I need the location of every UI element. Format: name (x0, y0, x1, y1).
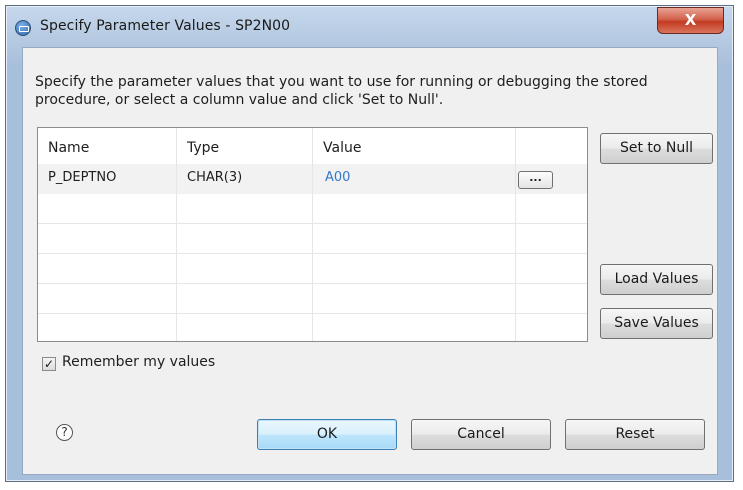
help-icon[interactable]: ? (56, 424, 73, 441)
column-header-blank (516, 128, 587, 164)
set-to-null-button[interactable]: Set to Null (600, 133, 713, 164)
table-row-empty (38, 284, 587, 314)
browse-button[interactable]: ... (518, 171, 553, 189)
app-icon (15, 20, 31, 36)
description-text: Specify the parameter values that you wa… (35, 74, 648, 108)
column-header-value[interactable]: Value (313, 128, 516, 164)
table-row-empty (38, 194, 587, 224)
save-values-button[interactable]: Save Values (600, 308, 713, 339)
reset-button[interactable]: Reset (565, 419, 705, 450)
parameter-table: Name Type Value P_DEPTNO CHAR(3) A00 ... (37, 127, 588, 342)
table-row-empty (38, 254, 587, 284)
table-row-empty (38, 314, 587, 341)
dialog-window: Specify Parameter Values - SP2N00 X Spec… (5, 5, 734, 482)
table-header: Name Type Value (38, 128, 587, 165)
remember-values-label[interactable]: Remember my values (62, 354, 215, 370)
table-row-empty (38, 224, 587, 254)
cancel-button[interactable]: Cancel (411, 419, 551, 450)
cell-type: CHAR(3) (177, 164, 313, 194)
load-values-button[interactable]: Load Values (600, 264, 713, 295)
title-bar: Specify Parameter Values - SP2N00 X (6, 6, 733, 46)
window-title: Specify Parameter Values - SP2N00 (40, 18, 291, 34)
table-row[interactable]: P_DEPTNO CHAR(3) A00 ... (38, 164, 587, 194)
ok-button[interactable]: OK (257, 419, 397, 450)
dialog-content: Specify the parameter values that you wa… (22, 47, 718, 475)
column-header-name[interactable]: Name (38, 128, 177, 164)
cell-value[interactable]: A00 (313, 164, 516, 194)
remember-values-checkbox[interactable]: ✓ (42, 357, 56, 371)
cell-name: P_DEPTNO (38, 164, 177, 194)
close-button[interactable]: X (657, 7, 724, 34)
column-header-type[interactable]: Type (177, 128, 313, 164)
